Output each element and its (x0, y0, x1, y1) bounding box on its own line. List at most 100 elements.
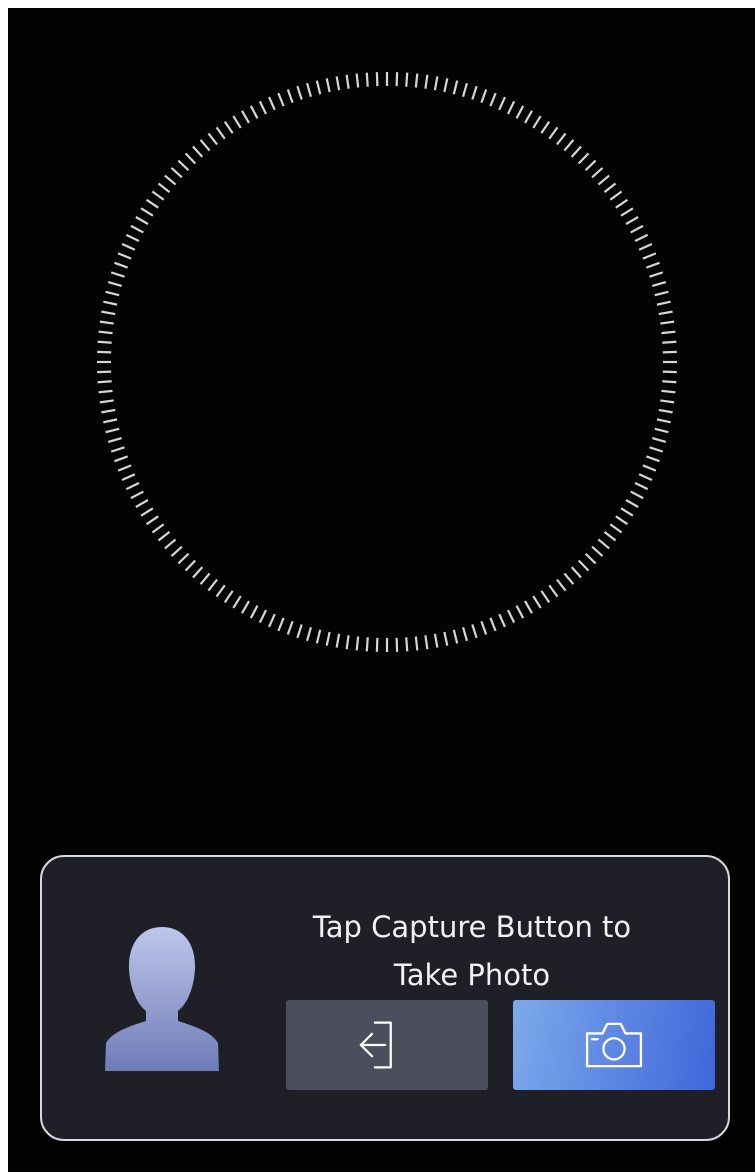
viewfinder-tick (97, 380, 112, 384)
viewfinder-tick (184, 559, 197, 572)
viewfinder-tick (121, 473, 136, 481)
viewfinder-tick (620, 207, 634, 217)
viewfinder-tick (452, 80, 459, 95)
viewfinder-tick (125, 482, 140, 491)
viewfinder-tick (638, 243, 653, 251)
viewfinder-tick (462, 627, 468, 642)
viewfinder-tick (130, 490, 144, 500)
viewfinder-tick (130, 224, 144, 234)
viewfinder-tick (591, 545, 604, 557)
viewfinder-tick (170, 545, 183, 557)
viewfinder-tick (570, 566, 582, 579)
viewfinder-tick (249, 105, 259, 119)
viewfinder-tick (489, 92, 497, 107)
viewfinder-tick (103, 300, 118, 306)
viewfinder-tick (164, 538, 177, 550)
viewfinder-tick (532, 595, 542, 609)
viewfinder-tick (249, 605, 259, 619)
viewfinder-tick (638, 473, 653, 481)
exit-button[interactable] (286, 1000, 488, 1090)
viewfinder-tick (258, 609, 267, 624)
viewfinder-tick (652, 281, 667, 287)
viewfinder-tick (117, 464, 132, 472)
capture-button[interactable] (513, 1000, 715, 1090)
viewfinder-tick (645, 261, 660, 269)
viewfinder-tick (277, 92, 285, 107)
viewfinder-tick (215, 126, 226, 140)
viewfinder-tick (642, 252, 657, 260)
viewfinder-tick (296, 85, 303, 100)
viewfinder-tick (563, 139, 575, 152)
viewfinder-tick (661, 330, 676, 335)
viewfinder-tick (345, 74, 350, 89)
viewfinder-tick (498, 613, 506, 628)
viewfinder-tick (345, 635, 350, 650)
viewfinder-tick (634, 482, 649, 491)
viewfinder-tick (498, 96, 506, 111)
viewfinder-tick (306, 627, 312, 642)
viewfinder-tick (471, 624, 478, 639)
viewfinder-tick (584, 159, 597, 172)
viewfinder-tick (609, 190, 623, 201)
viewfinder-tick (140, 207, 154, 217)
viewfinder-tick (98, 389, 113, 394)
viewfinder-tick (615, 198, 629, 209)
viewfinder-tick (114, 261, 129, 269)
viewfinder-tick (540, 590, 551, 604)
viewfinder-tick (315, 80, 322, 95)
viewfinder-tick (597, 174, 610, 186)
viewfinder-tick (652, 437, 667, 443)
viewfinder-tick (661, 389, 676, 394)
viewfinder-tick (315, 629, 322, 644)
viewfinder-tick (145, 515, 159, 526)
viewfinder-tick (192, 566, 204, 579)
viewfinder-tick (532, 115, 542, 129)
viewfinder-tick (615, 515, 629, 526)
viewfinder-tick (105, 427, 120, 434)
viewfinder-tick (660, 399, 675, 404)
viewfinder-tick (662, 380, 677, 384)
viewfinder-tick (584, 552, 597, 565)
viewfinder-tick (658, 408, 673, 414)
viewfinder-tick (98, 330, 113, 335)
viewfinder-tick (658, 310, 673, 316)
viewfinder-tick (603, 531, 617, 542)
viewfinder-tick (405, 637, 409, 652)
viewfinder-tick (480, 620, 488, 635)
viewfinder-tick (365, 72, 369, 87)
viewfinder-tick (325, 78, 331, 93)
viewfinder-tick (223, 590, 234, 604)
viewfinder-tick (507, 609, 516, 624)
viewfinder-tick (656, 300, 671, 306)
viewfinder-tick (577, 559, 590, 572)
camera-icon (585, 1022, 643, 1068)
viewfinder-tick (405, 72, 409, 87)
exit-arrow-icon (359, 1021, 392, 1069)
viewfinder-tick (125, 233, 140, 242)
viewfinder-tick (99, 399, 114, 404)
viewfinder-tick (107, 281, 122, 287)
viewfinder-tick (548, 126, 559, 140)
viewfinder-tick (433, 76, 439, 91)
viewfinder-tick (286, 89, 294, 104)
viewfinder-tick (232, 595, 242, 609)
viewfinder-tick (507, 100, 516, 115)
viewfinder-tick (515, 105, 525, 119)
viewfinder-tick (99, 320, 114, 325)
viewfinder-tick (177, 552, 190, 565)
viewfinder-tick (114, 455, 129, 463)
viewfinder-tick (199, 572, 211, 585)
viewfinder-tick (365, 637, 369, 652)
viewfinder-tick (649, 271, 664, 278)
viewfinder-tick (462, 82, 468, 97)
viewfinder-tick (103, 418, 118, 424)
viewfinder-tick (286, 620, 294, 635)
viewfinder-tick (424, 635, 429, 650)
viewfinder-tick (223, 120, 234, 134)
viewfinder-tick (215, 584, 226, 598)
viewfinder-tick (642, 464, 657, 472)
viewfinder-tick (634, 233, 649, 242)
viewfinder-tick (414, 73, 419, 88)
viewfinder-tick (192, 145, 204, 158)
viewfinder-tick (597, 538, 610, 550)
